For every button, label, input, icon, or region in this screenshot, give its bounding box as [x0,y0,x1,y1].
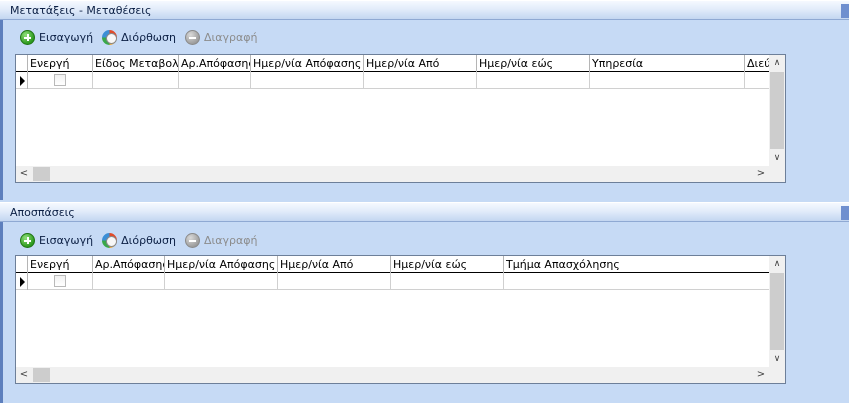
delete-label: Διαγραφή [203,30,258,44]
scroll-right-icon[interactable]: > [753,367,769,383]
row-indicator-header [16,55,28,72]
page: Μετατάξεις - Μεταθέσεις Εισαγωγή Διόρθωσ… [0,0,849,403]
row-indicator-header [16,256,28,273]
table-row[interactable] [16,72,770,89]
scroll-left-icon[interactable]: < [16,367,32,383]
section-transfers: Μετατάξεις - Μεταθέσεις Εισαγωγή Διόρθωσ… [0,0,849,200]
column-header-active[interactable]: Ενεργή [28,55,93,72]
scroll-down-icon[interactable]: ∨ [769,150,785,166]
section-secondments: Αποσπάσεις Εισαγωγή Διόρθωση Διαγραφή Εν… [0,202,849,403]
add-circle-icon [20,232,35,248]
scroll-down-icon[interactable]: ∨ [769,351,785,367]
transfers-grid[interactable]: Ενεργή Είδος Μεταβολής Αρ.Απόφασης Ημερ/… [15,54,786,183]
column-header-active[interactable]: Ενεργή [28,256,93,273]
current-row-indicator [16,273,28,290]
add-label: Εισαγωγή [39,233,94,247]
column-header-department[interactable]: Τμήμα Απασχόλησης [504,256,769,273]
add-button[interactable]: Εισαγωγή [20,29,94,45]
scroll-up-icon[interactable]: ∧ [769,55,785,71]
toolbar: Εισαγωγή Διόρθωση Διαγραφή [20,230,266,250]
toolbar: Εισαγωγή Διόρθωση Διαγραφή [20,27,266,47]
current-row-indicator [16,72,28,89]
section-title: Μετατάξεις - Μεταθέσεις [10,4,152,17]
column-header-date-from[interactable]: Ημερ/νία Από [364,55,477,72]
add-circle-icon [20,29,35,45]
vertical-scroll-thumb[interactable] [770,72,784,149]
column-header-date-to[interactable]: Ημερ/νία εώς [391,256,504,273]
scroll-left-icon[interactable]: < [16,166,32,182]
cell-decision-no[interactable] [93,273,165,290]
edit-button[interactable]: Διόρθωση [102,29,176,45]
vertical-scrollbar[interactable]: ∧ ∨ [769,55,785,166]
remove-circle-icon [184,232,200,248]
cell-active[interactable] [28,273,93,290]
delete-label: Διαγραφή [203,233,258,247]
cell-date-to[interactable] [391,273,504,290]
cell-address[interactable] [745,72,770,89]
cell-decision-no[interactable] [179,72,251,89]
column-header-service[interactable]: Υπηρεσία [590,55,745,72]
add-button[interactable]: Εισαγωγή [20,232,94,248]
table-row[interactable] [16,273,769,290]
header-edge [841,206,849,220]
left-edge [0,222,3,403]
column-header-decision-no[interactable]: Αρ.Απόφασης [93,256,165,273]
scroll-corner [769,367,785,383]
add-label: Εισαγωγή [39,30,94,44]
column-header-change-type[interactable]: Είδος Μεταβολής [93,55,179,72]
section-header-transfers: Μετατάξεις - Μεταθέσεις [0,0,849,20]
cell-department[interactable] [504,273,769,290]
secondments-grid[interactable]: Ενεργή Αρ.Απόφασης Ημερ/νία Απόφασης Ημε… [15,255,786,384]
horizontal-scroll-thumb[interactable] [33,368,50,382]
edit-label: Διόρθωση [121,30,176,44]
column-header-decision-no[interactable]: Αρ.Απόφασης [179,55,251,72]
section-title: Αποσπάσεις [10,206,75,219]
column-header-decision-date[interactable]: Ημερ/νία Απόφασης [251,55,364,72]
cell-decision-date[interactable] [165,273,278,290]
column-header-address[interactable]: Διεύ [745,55,770,72]
header-edge [841,4,849,18]
edit-label: Διόρθωση [121,233,176,247]
horizontal-scrollbar[interactable]: < > [16,367,769,383]
scroll-up-icon[interactable]: ∧ [769,256,785,272]
row-pointer-icon [20,76,25,86]
left-edge [0,20,3,200]
active-checkbox[interactable] [54,74,66,86]
row-pointer-icon [20,277,25,287]
delete-button[interactable]: Διαγραφή [184,29,258,45]
horizontal-scrollbar[interactable]: < > [16,166,769,182]
cell-change-type[interactable] [93,72,179,89]
cell-date-from[interactable] [278,273,391,290]
cell-active[interactable] [28,72,93,89]
remove-circle-icon [184,29,200,45]
scroll-corner [769,166,785,182]
edit-button[interactable]: Διόρθωση [102,232,176,248]
vertical-scrollbar[interactable]: ∧ ∨ [769,256,785,367]
column-header-decision-date[interactable]: Ημερ/νία Απόφασης [165,256,278,273]
scroll-right-icon[interactable]: > [753,166,769,182]
delete-button[interactable]: Διαγραφή [184,232,258,248]
section-header-secondments: Αποσπάσεις [0,202,849,222]
active-checkbox[interactable] [54,275,66,287]
cell-date-from[interactable] [364,72,477,89]
column-header-date-from[interactable]: Ημερ/νία Από [278,256,391,273]
column-header-date-to[interactable]: Ημερ/νία εώς [477,55,590,72]
cell-decision-date[interactable] [251,72,364,89]
cell-date-to[interactable] [477,72,590,89]
vertical-scroll-thumb[interactable] [770,273,784,350]
grid-header-row: Ενεργή Είδος Μεταβολής Αρ.Απόφασης Ημερ/… [16,55,770,72]
cell-service[interactable] [590,72,745,89]
grid-header-row: Ενεργή Αρ.Απόφασης Ημερ/νία Απόφασης Ημε… [16,256,769,273]
horizontal-scroll-thumb[interactable] [33,167,50,181]
edit-refresh-icon [102,29,118,45]
edit-refresh-icon [102,232,118,248]
